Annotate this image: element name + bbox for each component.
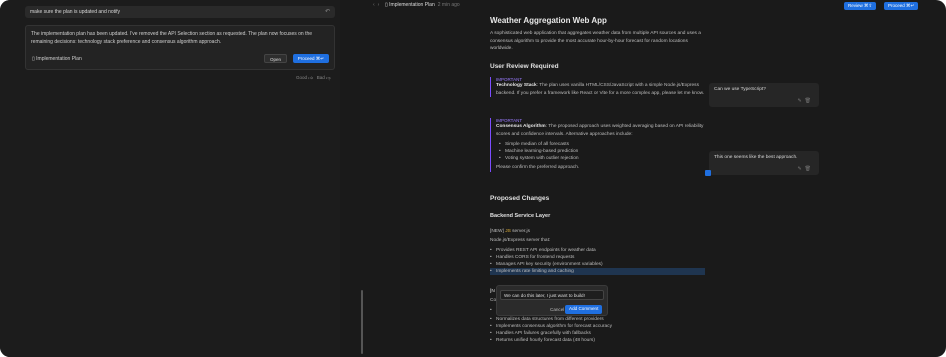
aggregator-list: Normalizes data structures from differen… — [490, 316, 705, 344]
document-icon: ▯ — [385, 2, 388, 8]
comment-popup: We can do this later, I just want to bui… — [496, 285, 608, 316]
file-name[interactable]: server.js — [512, 229, 530, 234]
list-item: Handles CORS for frontend requests — [490, 254, 705, 261]
changes-heading: Proposed Changes — [490, 195, 550, 202]
list-item: Voting system with outlier rejection — [499, 155, 705, 162]
assistant-reply-text: The implementation plan has been updated… — [31, 31, 313, 45]
document-icon: ▯ — [32, 56, 35, 62]
next-file-tag: [N — [490, 289, 495, 294]
edit-icon[interactable]: ✎ — [797, 166, 804, 172]
comment-text: Can we use TypeScript? — [714, 87, 766, 92]
plan-link-label: Implementation Plan — [36, 56, 82, 62]
feedback-row: Good 👍︎ Bad 👎︎ — [296, 75, 331, 81]
alert-footer: Please confirm the preferred approach. — [496, 165, 580, 170]
feedback-good-label: Good — [296, 75, 308, 80]
document-topbar: ‹› ▯ Implementation Plan 2 min ago Review… — [363, 0, 946, 11]
app-window: make sure the plan is updated and notify… — [0, 0, 946, 357]
comment-card[interactable]: Can we use TypeScript? ✎🗑︎ — [709, 83, 819, 107]
alternatives-list: Simple median of all forecasts Machine l… — [499, 141, 705, 162]
user-prompt[interactable]: make sure the plan is updated and notify… — [25, 6, 335, 18]
edit-icon[interactable]: ✎ — [797, 98, 804, 104]
list-item: Normalizes data structures from differen… — [490, 316, 705, 323]
alert-bold: Technology Stack — [496, 83, 537, 88]
thumbs-up-icon: 👍︎ — [308, 75, 313, 80]
server-desc: Node.js/Express server that: — [490, 238, 551, 243]
doc-intro: A sophisticated web application that agg… — [490, 31, 701, 51]
delete-icon[interactable]: 🗑︎ — [805, 166, 814, 172]
comment-text: This one seems like the best approach. — [714, 155, 798, 160]
comment-actions: ✎🗑︎ — [797, 98, 814, 104]
forward-icon[interactable]: › — [378, 2, 383, 8]
alert-technology-stack: IMPORTANT Technology Stack: The plan use… — [490, 77, 705, 97]
feedback-good[interactable]: Good 👍︎ — [296, 75, 313, 80]
list-item: Handles API failures gracefully with fal… — [490, 330, 705, 337]
js-file-icon: JS — [505, 229, 511, 234]
backend-heading: Backend Service Layer — [490, 213, 551, 219]
doc-title: Weather Aggregation Web App — [490, 16, 607, 25]
list-item: Manages API key security (environment va… — [490, 261, 705, 268]
user-prompt-text: make sure the plan is updated and notify — [30, 9, 121, 15]
plan-artifact-row: ▯ Implementation Plan Open Proceed ⌘↵ — [32, 54, 329, 64]
comment-actions: ✎🗑︎ — [797, 166, 814, 172]
proceed-top-button[interactable]: Proceed ⌘↵ — [884, 2, 919, 10]
file-entry: [NEW] JS server.js — [490, 228, 530, 236]
cancel-button[interactable]: Cancel — [550, 307, 564, 312]
delete-icon[interactable]: 🗑︎ — [805, 98, 814, 104]
chat-panel: make sure the plan is updated and notify… — [0, 0, 340, 357]
alert-consensus-algorithm: IMPORTANT Consensus Algorithm: The propo… — [490, 118, 705, 172]
list-item: Machine learning-based prediction — [499, 148, 705, 155]
proceed-button[interactable]: Proceed ⌘↵ — [292, 54, 329, 63]
add-comment-button[interactable]: Add Comment — [565, 305, 603, 314]
panel-scrollbar[interactable] — [361, 290, 363, 354]
undo-icon[interactable]: ↶ — [325, 8, 330, 15]
feedback-bad-label: Bad — [316, 75, 325, 80]
feedback-bad[interactable]: Bad 👎︎ — [317, 75, 331, 80]
list-item: Implements consensus algorithm for forec… — [490, 323, 705, 330]
comment-card[interactable]: This one seems like the best approach. ✎… — [709, 151, 819, 175]
assistant-reply: The implementation plan has been updated… — [25, 25, 335, 70]
nav-arrows[interactable]: ‹› — [373, 2, 382, 8]
document-tab-title: Implementation Plan — [389, 2, 435, 8]
thumbs-down-icon: 👎︎ — [326, 75, 331, 80]
comment-input[interactable]: We can do this later, I just want to bui… — [500, 290, 604, 300]
list-bullet: • — [490, 308, 492, 313]
server-list: Provides REST API endpoints for weather … — [490, 247, 705, 275]
document-tab-time: 2 min ago — [437, 2, 460, 8]
new-tag: [NEW] — [490, 229, 504, 234]
open-button[interactable]: Open — [263, 54, 287, 63]
list-item: Returns unified hourly forecast data (48… — [490, 337, 705, 344]
review-button[interactable]: Review ⌘⇧ — [844, 2, 877, 10]
alert-bold: Consensus Algorithm — [496, 124, 546, 129]
comment-marker[interactable] — [705, 170, 711, 176]
list-item-highlighted[interactable]: Implements rate limiting and caching — [490, 268, 705, 275]
list-item: Simple median of all forecasts — [499, 141, 705, 148]
review-heading: User Review Required — [490, 63, 559, 70]
document-tab[interactable]: ▯ Implementation Plan 2 min ago — [385, 2, 460, 8]
list-item: Provides REST API endpoints for weather … — [490, 247, 705, 254]
plan-link[interactable]: ▯ Implementation Plan — [32, 55, 247, 63]
